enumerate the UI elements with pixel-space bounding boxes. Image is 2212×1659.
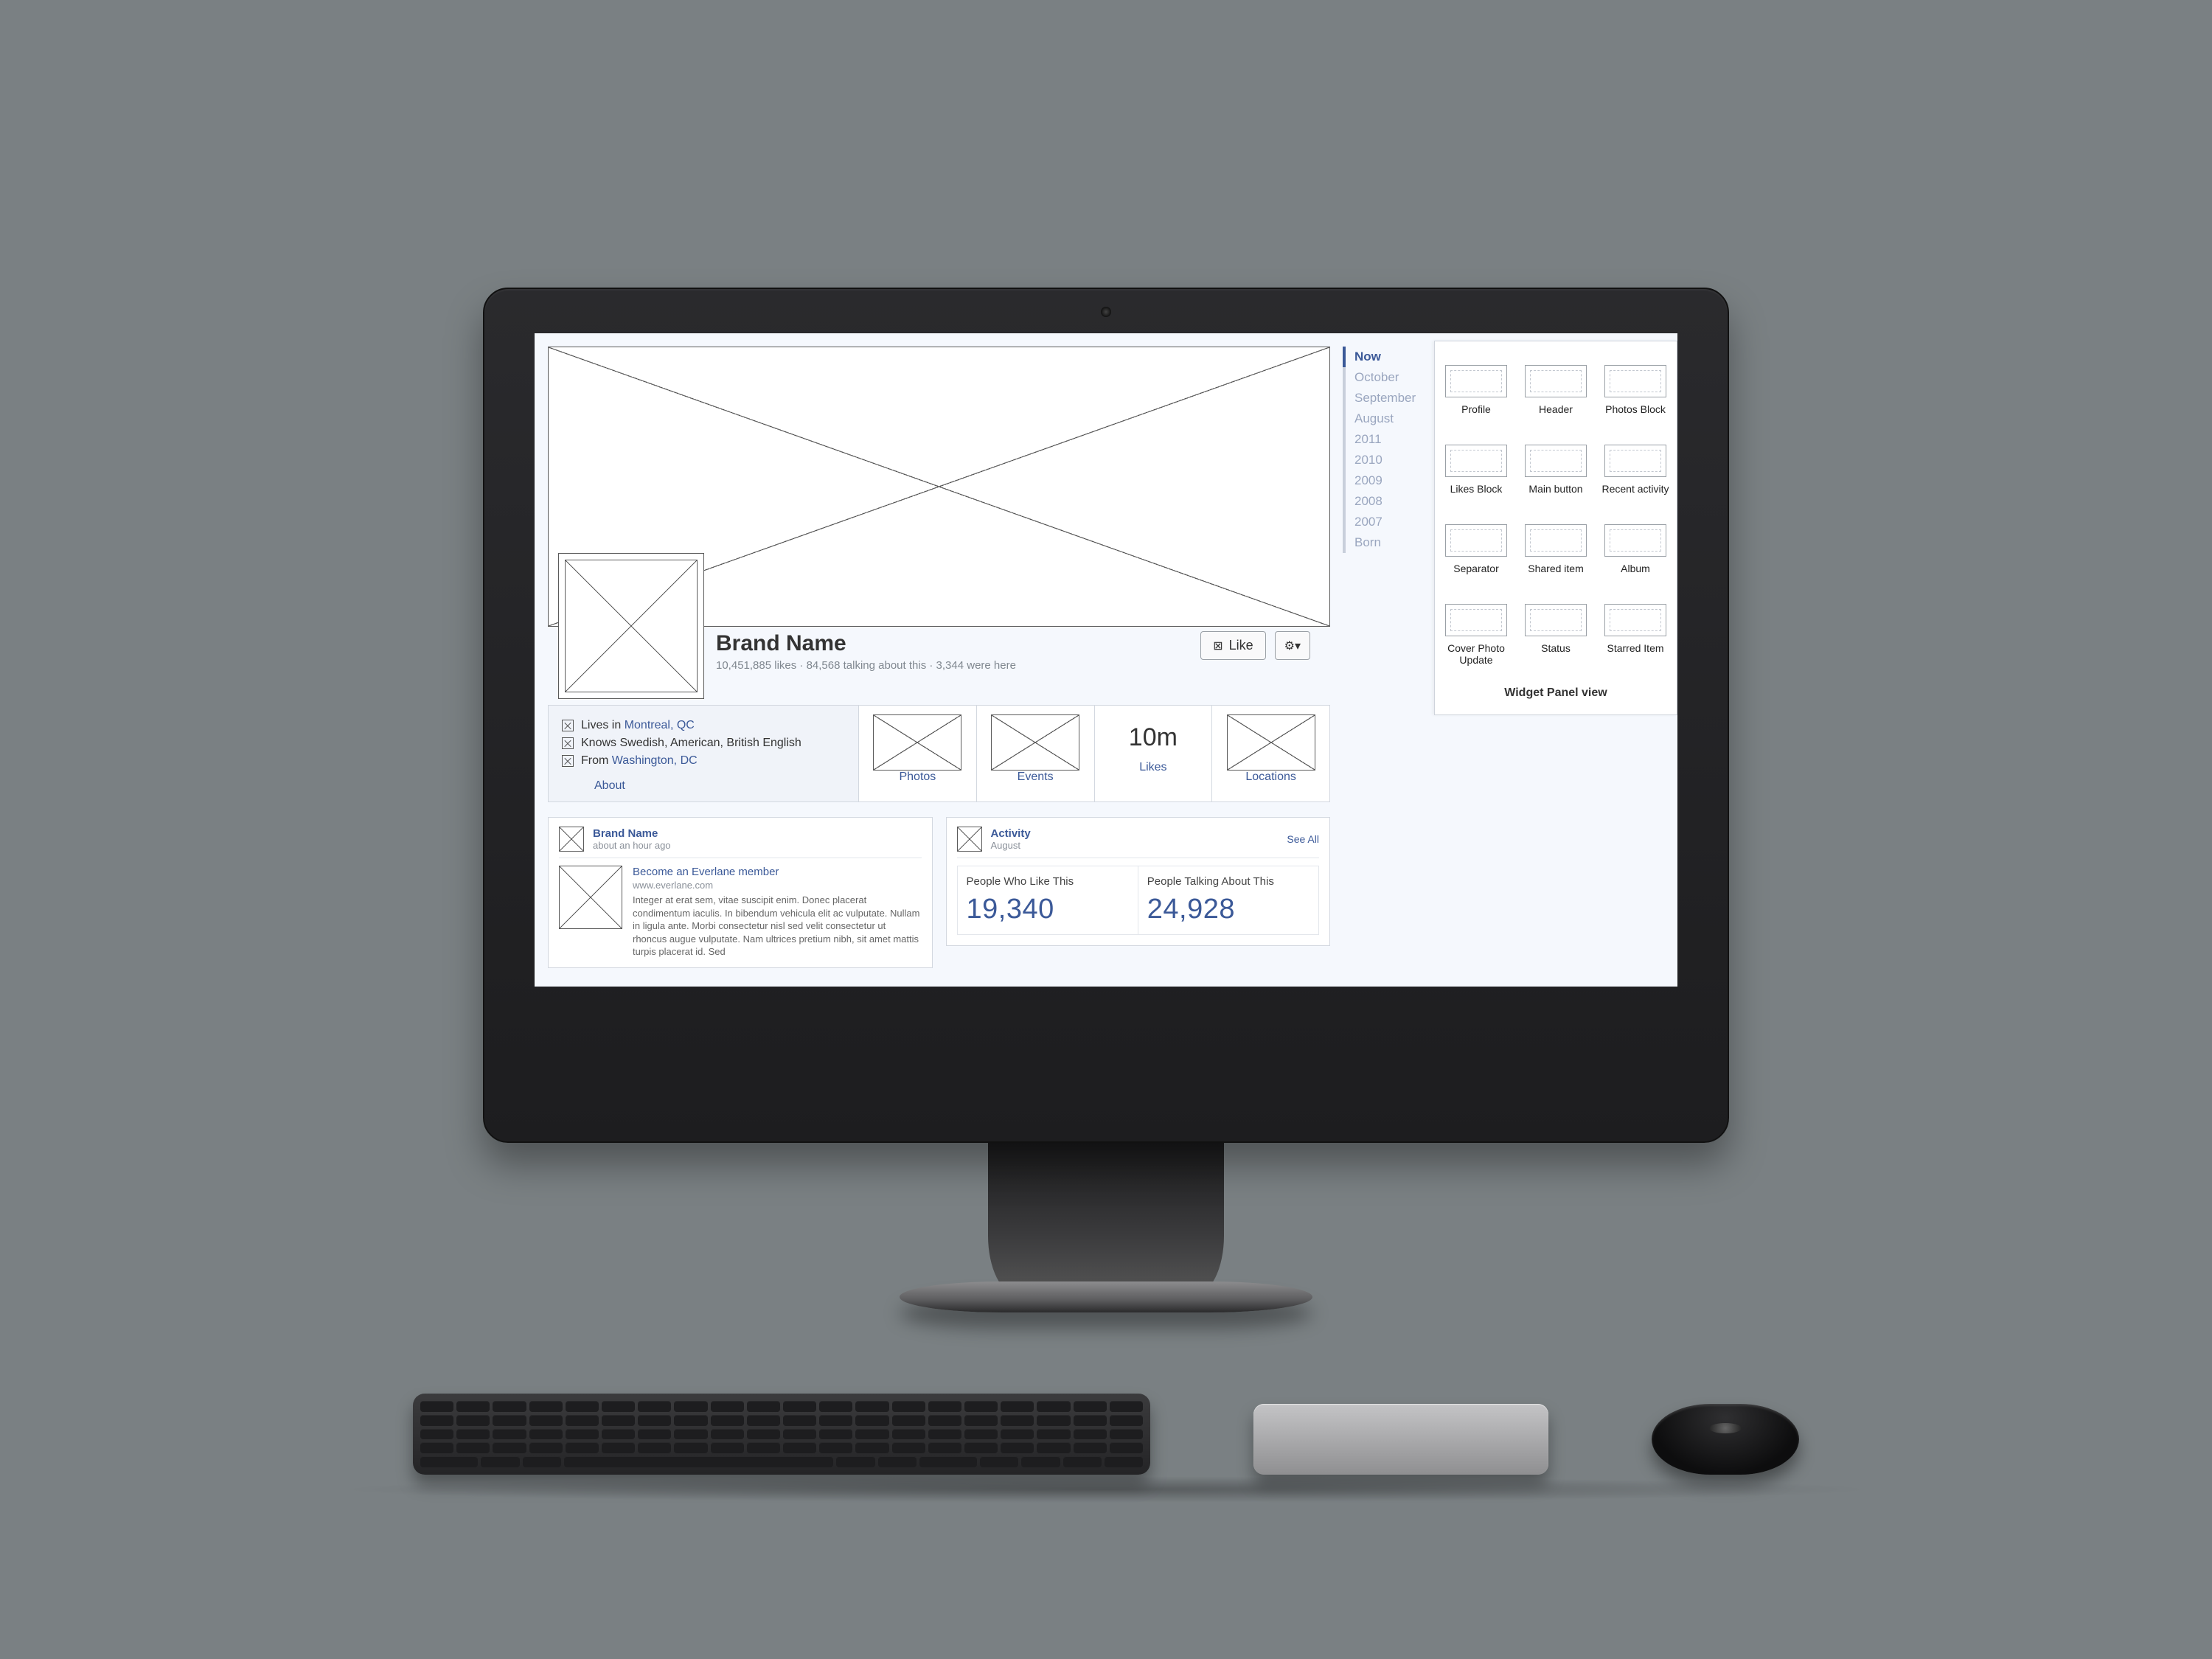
about-knows: Knows Swedish, American, British English [562, 737, 845, 750]
page-stats-line: 10,451,885 likes · 84,568 talking about … [716, 659, 1016, 672]
post-author[interactable]: Brand Name [593, 827, 671, 840]
keyboard [413, 1394, 1150, 1475]
widget-thumb [1445, 445, 1507, 477]
post-card: Brand Name about an hour ago Become an E… [548, 817, 933, 968]
widget-separator[interactable]: Separator [1439, 524, 1513, 585]
widget-header[interactable]: Header [1519, 365, 1593, 425]
tab-photos[interactable]: Photos [858, 706, 976, 801]
widget-label: Starred Item [1607, 642, 1663, 664]
post-title-link[interactable]: Become an Everlane member [633, 866, 779, 878]
post-body-text: Integer at erat sem, vitae suscipit enim… [633, 894, 922, 959]
widget-starred-item[interactable]: Starred Item [1599, 604, 1672, 666]
widget-panel-title: Widget Panel view [1439, 686, 1672, 700]
widget-thumb [1604, 524, 1666, 557]
activity-month: August [991, 840, 1031, 851]
activity-icon [957, 827, 982, 852]
widget-thumb [1445, 604, 1507, 636]
post-avatar[interactable] [559, 827, 584, 852]
page-title: Brand Name [716, 631, 1016, 656]
activity-card: Activity August See All People Who Like … [946, 817, 1331, 946]
imac-device: Brand Name 10,451,885 likes · 84,568 tal… [483, 288, 1729, 1312]
widget-photos-block[interactable]: Photos Block [1599, 365, 1672, 425]
widget-label: Separator [1453, 563, 1498, 585]
widget-panel: Profile Header Photos Block Likes Block Main… [1434, 341, 1677, 715]
profile-picture-frame[interactable] [558, 553, 704, 699]
camera-dot [1101, 307, 1111, 317]
widget-label: Likes Block [1450, 483, 1503, 505]
about-lives: Lives in Montreal, QC [562, 719, 845, 732]
widget-thumb [1604, 445, 1666, 477]
widget-label: Recent activity [1601, 483, 1669, 505]
widget-thumb [1445, 524, 1507, 557]
peripherals [413, 1371, 1799, 1475]
widget-cover-photo-update[interactable]: Cover Photo Update [1439, 604, 1513, 666]
stand-neck [988, 1140, 1224, 1295]
stat-talking-value: 24,928 [1147, 894, 1310, 925]
gear-icon: ⚙▾ [1284, 639, 1301, 653]
bullet-icon [562, 720, 574, 731]
post-time: about an hour ago [593, 840, 671, 851]
about-list: Lives in Montreal, QC Knows Swedish, Ame… [562, 719, 845, 768]
locations-thumb [1227, 714, 1315, 771]
activity-title: Activity [991, 827, 1031, 840]
stat-talking: People Talking About This 24,928 [1138, 866, 1319, 935]
lives-link[interactable]: Montreal, QC [625, 719, 695, 731]
widget-label: Shared item [1528, 563, 1583, 585]
widget-label: Profile [1461, 403, 1491, 425]
tab-events[interactable]: Events [976, 706, 1094, 801]
widget-label: Album [1621, 563, 1650, 585]
widget-profile[interactable]: Profile [1439, 365, 1513, 425]
info-strip: Lives in Montreal, QC Knows Swedish, Ame… [548, 705, 1330, 802]
widget-album[interactable]: Album [1599, 524, 1672, 585]
like-icon: ⊠ [1213, 639, 1222, 653]
trackpad [1253, 1404, 1548, 1475]
tab-likes[interactable]: 10m Likes [1094, 706, 1212, 801]
widget-thumb [1525, 445, 1587, 477]
bullet-icon [562, 737, 574, 749]
widget-label: Status [1541, 642, 1571, 664]
post-image-placeholder[interactable] [559, 866, 622, 929]
widget-recent-activity[interactable]: Recent activity [1599, 445, 1672, 505]
monitor-frame: Brand Name 10,451,885 likes · 84,568 tal… [483, 288, 1729, 1143]
from-link[interactable]: Washington, DC [612, 754, 698, 767]
widget-main-button[interactable]: Main button [1519, 445, 1593, 505]
widget-thumb [1525, 524, 1587, 557]
see-all-link[interactable]: See All [1287, 833, 1319, 845]
profile-picture-placeholder [565, 560, 698, 692]
bullet-icon [562, 755, 574, 767]
stat-likes-value: 19,340 [967, 894, 1129, 925]
screen: Brand Name 10,451,885 likes · 84,568 tal… [535, 333, 1677, 987]
widget-label: Header [1539, 403, 1573, 425]
widget-thumb [1604, 604, 1666, 636]
widget-label: Main button [1528, 483, 1582, 505]
widget-thumb [1525, 604, 1587, 636]
widget-thumb [1445, 365, 1507, 397]
tab-locations[interactable]: Locations [1211, 706, 1329, 801]
like-button[interactable]: ⊠ Like [1200, 631, 1265, 660]
stand-foot [900, 1281, 1312, 1312]
tab-about[interactable]: About [562, 779, 845, 793]
widget-thumb [1525, 365, 1587, 397]
post-url: www.everlane.com [633, 880, 922, 891]
mouse [1652, 1404, 1799, 1475]
settings-button[interactable]: ⚙▾ [1275, 631, 1310, 660]
widget-status[interactable]: Status [1519, 604, 1593, 666]
like-button-label: Like [1229, 638, 1253, 653]
widget-label: Cover Photo Update [1439, 642, 1513, 666]
likes-count: 10m [1095, 723, 1212, 752]
events-thumb [991, 714, 1079, 771]
widget-likes-block[interactable]: Likes Block [1439, 445, 1513, 505]
widget-thumb [1604, 365, 1666, 397]
stat-likes: People Who Like This 19,340 [957, 866, 1138, 935]
photos-thumb [873, 714, 961, 771]
about-from: From Washington, DC [562, 754, 845, 768]
widget-shared-item[interactable]: Shared item [1519, 524, 1593, 585]
widget-label: Photos Block [1605, 403, 1666, 425]
